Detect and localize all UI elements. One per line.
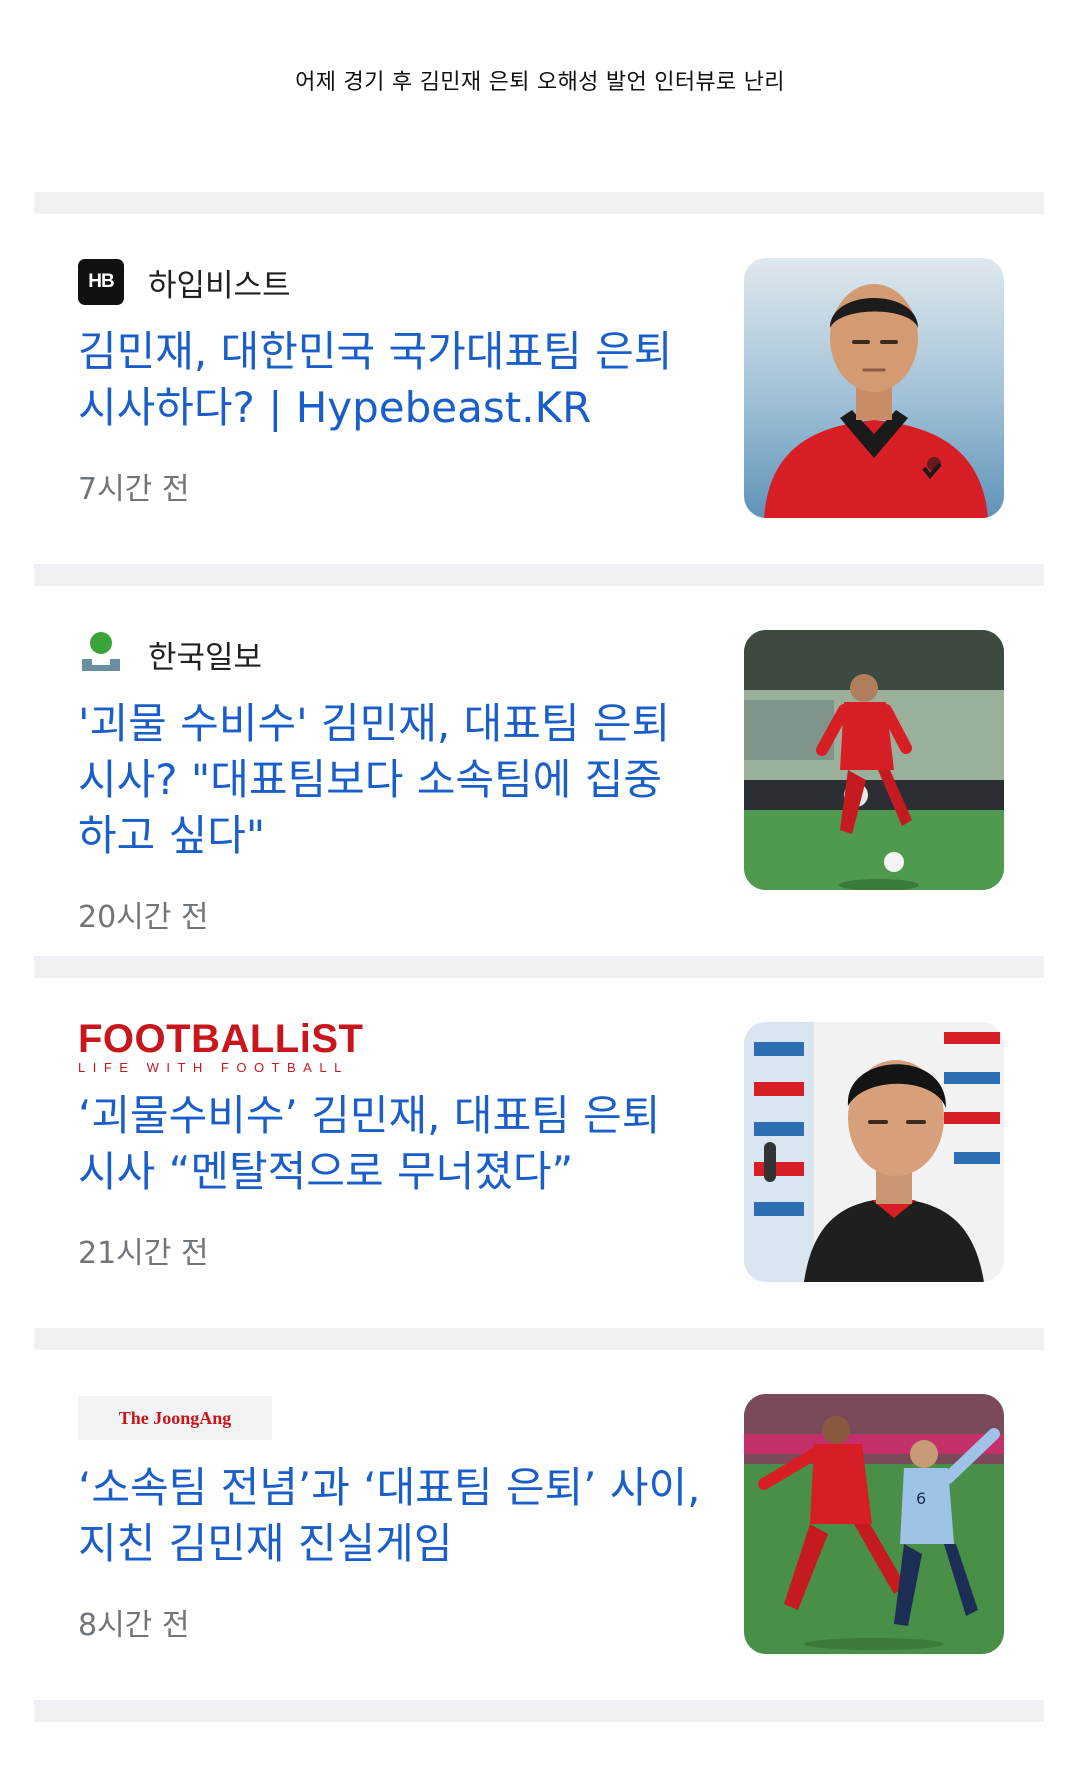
news-feed: HB 하입비스트 김민재, 대한민국 국가대표팀 은퇴 시사하다? | Hype… [34,192,1044,1722]
news-card[interactable]: 한국일보 '괴물 수비수' 김민재, 대표팀 은퇴 시사? "대표팀보다 소속팀… [34,586,1044,956]
joongang-logo-icon: The JoongAng [78,1396,272,1440]
match-tackle-image[interactable]: 6 [744,1394,1004,1654]
news-card[interactable]: FOOTBALLiST LIFE WITH FOOTBALL ‘괴물수비수’ 김… [34,978,1044,1328]
footballist-logo-text: FOOTBALLiST [78,1016,364,1061]
source-name: 한국일보 [148,639,263,676]
player-portrait-image[interactable] [744,258,1004,518]
news-source: HB 하입비스트 [78,258,718,306]
page-title: 어제 경기 후 김민재 은퇴 오해성 발언 인터뷰로 난리 [295,70,785,95]
divider [34,956,1044,978]
footballist-logo-icon: FOOTBALLiST LIFE WITH FOOTBALL [78,1019,363,1074]
divider [34,564,1044,586]
svg-text:6: 6 [916,1489,926,1508]
news-headline[interactable]: 김민재, 대한민국 국가대표팀 은퇴 시사하다? | Hypebeast.KR [78,324,718,436]
news-headline[interactable]: ‘괴물수비수’ 김민재, 대표팀 은퇴 시사 “멘탈적으로 무너졌다” [78,1088,718,1200]
headline-line: 시사 “멘탈적으로 무너졌다” [78,1147,574,1196]
published-time: 8시간 전 [78,1608,190,1643]
news-source: 한국일보 [78,630,718,678]
headline-line: 시사하다? | Hypebeast.KR [78,383,592,432]
headline-line: 시사? "대표팀보다 소속팀에 집중 [78,755,662,804]
press-conference-image[interactable] [744,1022,1004,1282]
news-headline[interactable]: ‘소속팀 전념’과 ‘대표팀 은퇴’ 사이, 지친 김민재 진실게임 [78,1460,718,1572]
news-card[interactable]: The JoongAng ‘소속팀 전념’과 ‘대표팀 은퇴’ 사이, 지친 김… [34,1350,1044,1700]
hypebeast-logo-icon: HB [78,259,124,305]
headline-line: 지친 김민재 진실게임 [78,1519,453,1568]
published-time: 7시간 전 [78,472,190,507]
player-dribbling-image[interactable] [744,630,1004,890]
news-source: FOOTBALLiST LIFE WITH FOOTBALL [78,1019,718,1074]
published-time: 21시간 전 [78,1236,209,1271]
news-source: The JoongAng [78,1394,718,1442]
published-time: 20시간 전 [78,900,209,935]
footballist-logo-subtext: LIFE WITH FOOTBALL [78,1059,349,1075]
news-card[interactable]: HB 하입비스트 김민재, 대한민국 국가대표팀 은퇴 시사하다? | Hype… [34,214,1044,564]
headline-line: '괴물 수비수' 김민재, 대표팀 은퇴 [78,699,671,748]
headline-line: 하고 싶다" [78,811,266,860]
headline-line: 김민재, 대한민국 국가대표팀 은퇴 [78,327,673,376]
divider [34,1700,1044,1722]
news-headline[interactable]: '괴물 수비수' 김민재, 대표팀 은퇴 시사? "대표팀보다 소속팀에 집중 … [78,696,718,864]
divider [34,192,1044,214]
source-name: 하입비스트 [148,267,291,304]
hankookilbo-logo-icon [78,629,124,679]
divider [34,1328,1044,1350]
headline-line: ‘소속팀 전념’과 ‘대표팀 은퇴’ 사이, [78,1463,701,1512]
headline-line: ‘괴물수비수’ 김민재, 대표팀 은퇴 [78,1091,661,1140]
